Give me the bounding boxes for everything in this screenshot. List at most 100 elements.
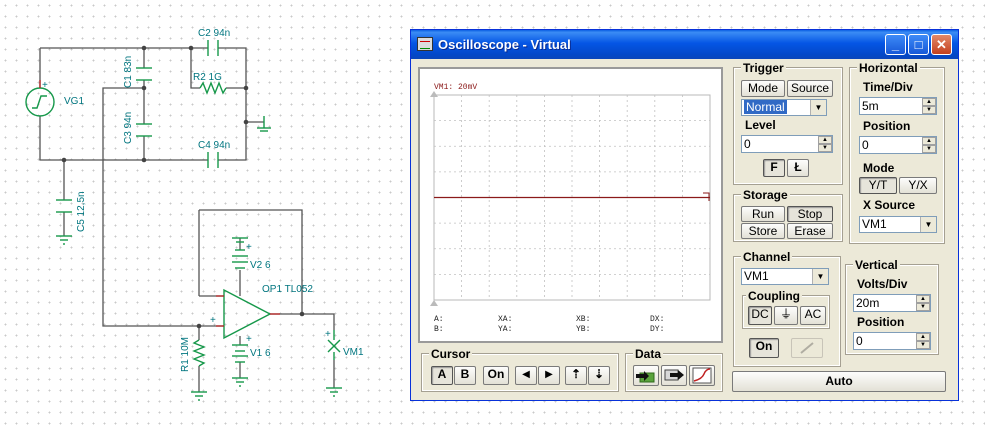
plot-data-button[interactable] [689,365,715,386]
store-button[interactable]: Store [741,223,785,239]
coupling-title: Coupling [746,289,802,303]
label-c5: C5 12,5n [76,191,87,232]
h-position-label: Position [863,119,911,133]
cursor-b-button[interactable]: B [454,366,476,385]
readout-xa: XA: [498,315,513,324]
coupling-group: Coupling DC ⏚ AC [742,289,830,329]
voltage-generator-vg1 [25,80,55,117]
title-bar[interactable]: Oscilloscope - Virtual _ □ ✕ [411,30,958,59]
mode-label: Mode [863,161,895,175]
scope-grid [430,91,711,306]
maximize-button[interactable]: □ [908,34,929,55]
spin-down-icon[interactable]: ▼ [916,341,930,349]
cursor-up-icon[interactable]: ⇡ [565,366,587,385]
readout-yb: YB: [576,325,591,334]
v-position-value: 0 [856,334,863,348]
import-data-button[interactable] [633,365,659,386]
channel-title: Channel [741,250,793,264]
oscilloscope-app-icon [417,37,433,51]
trigger-title: Trigger [741,61,786,75]
coupling-ac-button[interactable]: AC [800,306,826,325]
auto-button[interactable]: Auto [732,371,946,392]
vertical-title: Vertical [853,258,900,272]
trigger-mode-select[interactable]: Normal ▼ [741,99,827,116]
resistor-r1 [192,339,206,367]
storage-title: Storage [741,188,790,202]
plus-sign: + [210,315,216,326]
ground-symbol [232,377,248,387]
channel-on-button[interactable]: On [749,338,779,358]
v-position-label: Position [857,315,905,329]
export-data-button[interactable] [661,365,687,386]
time-div-label: Time/Div [863,80,913,94]
yt-mode-button[interactable]: Y/T [859,177,897,194]
capacitor-c4 [207,152,219,168]
readout-ya: YA: [498,325,513,334]
volts-div-spinner[interactable]: 20m ▲ ▼ [853,294,931,312]
capacitor-c2 [207,40,219,56]
label-v2: V2 6 [250,260,271,271]
erase-button[interactable]: Erase [787,223,833,239]
trigger-level-spinner[interactable]: 0 ▲ ▼ [741,135,833,153]
channel-select[interactable]: VM1 ▼ [741,268,829,285]
label-op1: OP1 TL052 [262,284,313,295]
spin-up-icon[interactable]: ▲ [922,137,936,145]
xsource-select[interactable]: VM1 ▼ [859,216,937,233]
spin-up-icon[interactable]: ▲ [916,295,930,303]
stop-button[interactable]: Stop [787,206,833,222]
spin-up-icon[interactable]: ▲ [922,98,936,106]
probe-pen-button[interactable] [791,338,823,358]
trigger-falling-edge-button[interactable]: Ł [787,159,809,177]
ground-symbol [191,391,207,401]
trigger-mode-button[interactable]: Mode [741,80,785,97]
scope-screen[interactable]: VM1: 20mV A: B: XA: YA: XB: YB: DX: DY: [418,67,723,343]
spin-down-icon[interactable]: ▼ [922,106,936,114]
spin-down-icon[interactable]: ▼ [922,145,936,153]
run-button[interactable]: Run [741,206,785,222]
spin-up-icon[interactable]: ▲ [818,136,832,144]
storage-group: Storage Run Stop Store Erase [733,188,843,242]
plus-sign: + [325,329,331,340]
window-title: Oscilloscope - Virtual [438,37,571,52]
spin-down-icon[interactable]: ▼ [818,144,832,152]
cursor-on-button[interactable]: On [483,366,509,385]
trigger-level-value: 0 [744,137,751,151]
oscilloscope-window: Oscilloscope - Virtual _ □ ✕ VM1: 20mV A… [410,29,959,401]
trigger-rising-edge-button[interactable]: F [763,159,785,177]
spin-down-icon[interactable]: ▼ [916,303,930,311]
chevron-down-icon[interactable]: ▼ [812,269,828,284]
export-arrow-icon [664,369,684,381]
trigger-group: Trigger Mode Source Normal ▼ Level 0 ▲ ▼… [733,61,843,185]
capacitor-c1 [136,67,152,81]
cursor-group: Cursor A B On ◀ ▶ ⇡ ⇣ [421,347,619,392]
minimize-button[interactable]: _ [885,34,906,55]
horizontal-group: Horizontal Time/Div 5m ▲ ▼ Position 0 ▲ … [849,61,945,244]
coupling-dc-button[interactable]: DC [748,306,772,325]
v-position-spinner[interactable]: 0 ▲ ▼ [853,332,931,350]
cursor-a-button[interactable]: A [431,366,453,385]
chevron-down-icon[interactable]: ▼ [810,100,826,115]
channel-group: Channel VM1 ▼ Coupling DC ⏚ AC On [733,250,841,367]
volts-div-label: Volts/Div [857,277,908,291]
cursor-title: Cursor [429,347,473,361]
cursor-down-icon[interactable]: ⇣ [588,366,610,385]
cursor-right-icon[interactable]: ▶ [538,366,560,385]
chevron-down-icon[interactable]: ▼ [920,217,936,232]
channel-scale-label: VM1: 20mV [434,83,478,92]
ground-symbol [257,116,271,132]
time-div-spinner[interactable]: 5m ▲ ▼ [859,97,937,115]
h-position-spinner[interactable]: 0 ▲ ▼ [859,136,937,154]
plus-sign: + [246,242,252,253]
trigger-level-label: Level [745,118,776,132]
cursor-left-icon[interactable]: ◀ [515,366,537,385]
plus-sign: + [246,334,252,345]
trigger-source-button[interactable]: Source [787,80,833,97]
pen-icon [800,342,814,354]
capacitor-c3 [136,123,152,137]
readout-dx: DX: [650,315,665,324]
coupling-ground-button[interactable]: ⏚ [774,306,798,325]
battery-v1 [232,344,248,363]
xy-mode-button[interactable]: Y/X [899,177,937,194]
spin-up-icon[interactable]: ▲ [916,333,930,341]
close-button[interactable]: ✕ [931,34,952,55]
